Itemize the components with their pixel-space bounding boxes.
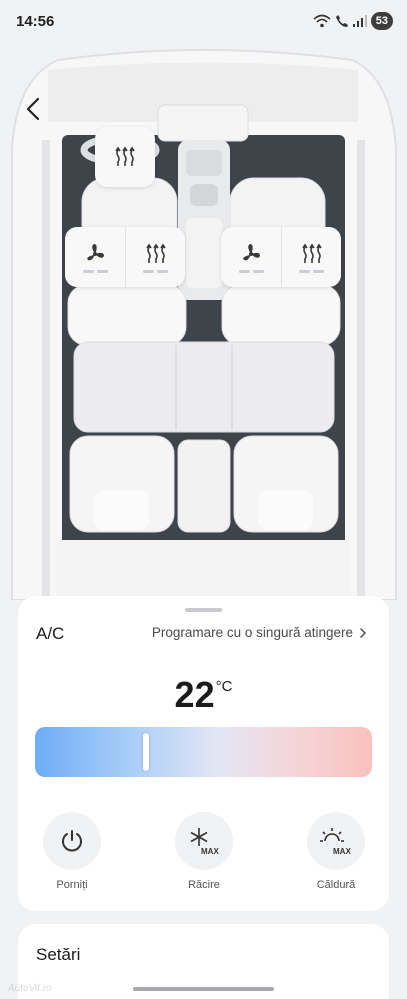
- car-top-view: [0, 44, 407, 600]
- driver-fan-level: [82, 269, 108, 273]
- one-touch-schedule-link[interactable]: Programare cu o singură atingere: [152, 625, 367, 640]
- driver-fan-button[interactable]: [65, 227, 125, 287]
- watermark: AutoVit.ro: [8, 983, 52, 994]
- status-time: 14:56: [16, 13, 55, 30]
- snowflake-max-icon: MAX: [190, 828, 219, 856]
- car-illustration: [0, 44, 407, 600]
- status-icons: 53: [313, 12, 393, 30]
- driver-heat-level: [143, 269, 168, 273]
- seat-heat-icon: [301, 243, 322, 263]
- max-cooling-button[interactable]: MAX: [175, 812, 233, 870]
- temperature-slider[interactable]: [35, 727, 372, 777]
- wifi-icon: [313, 14, 331, 28]
- cooling-label: Răcire: [188, 879, 220, 891]
- passenger-fan-level: [238, 269, 264, 273]
- home-indicator[interactable]: [133, 987, 274, 991]
- sun-max-icon: MAX: [320, 828, 351, 856]
- max-heating-button[interactable]: MAX: [307, 812, 365, 870]
- battery-indicator: 53: [370, 12, 393, 30]
- back-button[interactable]: [20, 94, 48, 124]
- drag-handle[interactable]: [185, 608, 222, 612]
- driver-seat-heat-button[interactable]: [125, 227, 185, 287]
- passenger-fan-button[interactable]: [221, 227, 281, 287]
- seat-heat-icon: [115, 146, 135, 166]
- cooling-max-badge: MAX: [201, 847, 219, 856]
- status-bar: 14:56 53: [0, 0, 407, 44]
- settings-title: Setări: [36, 945, 81, 964]
- heating-max-badge: MAX: [333, 847, 351, 856]
- fan-icon: [87, 243, 104, 260]
- temperature-slider-thumb[interactable]: [143, 733, 150, 771]
- temperature-unit: °C: [215, 678, 233, 695]
- power-label: Porniți: [56, 879, 88, 891]
- power-button[interactable]: [43, 812, 101, 870]
- passenger-seat-heat-button[interactable]: [281, 227, 341, 287]
- passenger-heat-level: [299, 269, 324, 273]
- passenger-seat-controls: [221, 227, 341, 287]
- signal-icon: [352, 15, 367, 27]
- heating-label: Căldură: [316, 879, 356, 891]
- temperature-display: 22°C: [18, 674, 389, 716]
- seat-heat-icon: [145, 243, 166, 263]
- chevron-right-icon: [359, 627, 367, 638]
- ac-panel: A/C Programare cu o singură atingere 22°…: [18, 596, 389, 911]
- driver-seat-controls: [65, 227, 185, 287]
- temperature-value: 22: [174, 674, 215, 715]
- back-icon: [26, 97, 40, 121]
- schedule-link-label: Programare cu o singură atingere: [151, 625, 353, 640]
- ac-title: A/C: [36, 624, 65, 643]
- call-icon: [335, 15, 348, 27]
- steering-wheel-heat-button[interactable]: [95, 127, 155, 187]
- power-icon: [62, 830, 82, 852]
- fan-icon: [243, 243, 260, 260]
